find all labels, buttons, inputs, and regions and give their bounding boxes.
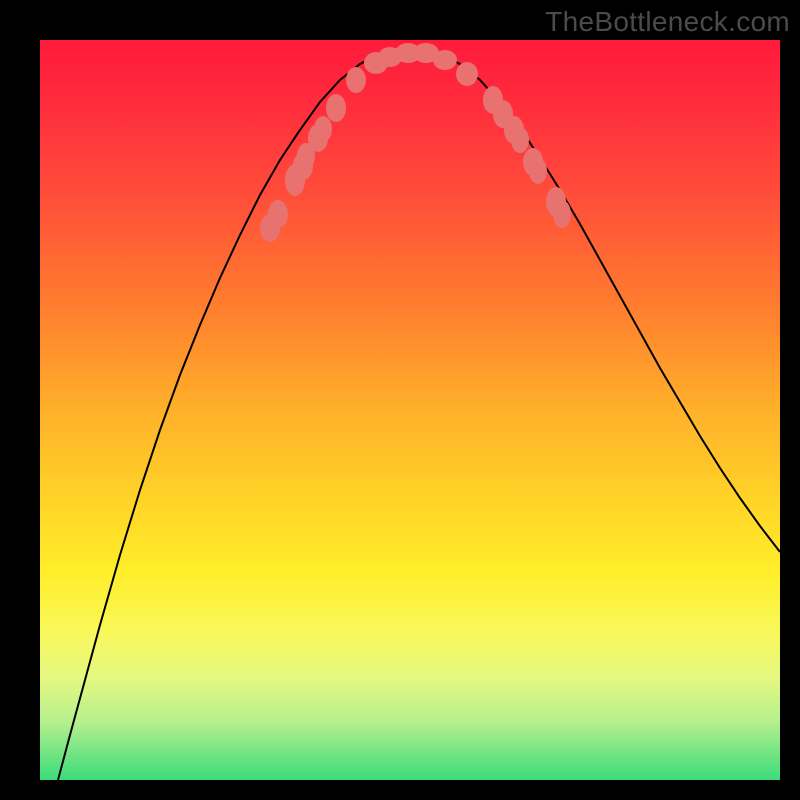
chart-frame: TheBottleneck.com	[0, 0, 800, 800]
data-marker	[326, 94, 346, 122]
data-marker	[433, 50, 457, 70]
data-marker	[346, 67, 366, 93]
watermark-text: TheBottleneck.com	[545, 6, 790, 38]
data-marker	[314, 116, 332, 142]
plot-overlay	[40, 40, 780, 780]
marker-points	[260, 43, 571, 242]
plot-area	[40, 40, 780, 780]
bottleneck-curve	[58, 50, 780, 780]
data-marker	[456, 62, 478, 86]
data-marker	[553, 200, 571, 228]
data-marker	[511, 127, 529, 153]
data-marker	[529, 158, 547, 184]
data-marker	[268, 200, 288, 228]
